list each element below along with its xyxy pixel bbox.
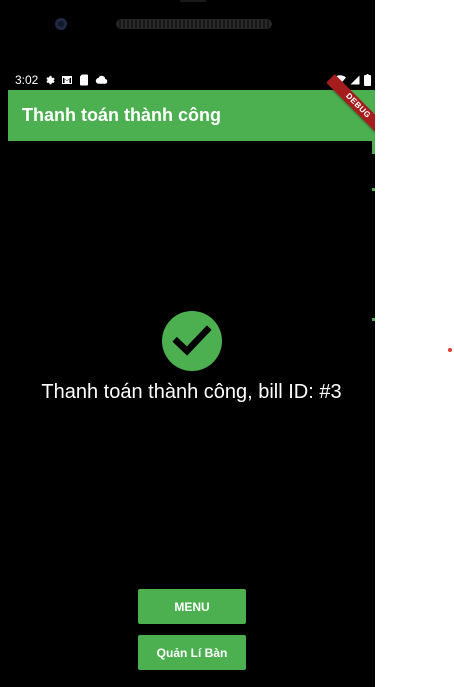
- appbar-edge-accent: [372, 140, 375, 154]
- front-camera: [55, 18, 67, 30]
- screen: 3:02 Thanh toán thành công DEBUG Thanh t…: [0, 0, 454, 687]
- status-time: 3:02: [15, 73, 39, 87]
- menu-button[interactable]: MENU: [138, 589, 246, 624]
- top-hint: [180, 0, 206, 2]
- edge-dot-bottom: [372, 318, 375, 321]
- page-title: Thanh toán thành công: [22, 105, 221, 125]
- cloud-icon: [95, 72, 108, 88]
- gear-icon: [44, 72, 55, 88]
- red-dot: [448, 348, 452, 352]
- edge-dot-top: [372, 188, 375, 191]
- sim-card-icon: [79, 72, 89, 88]
- battery-icon: [364, 72, 371, 88]
- app-bar: Thanh toán thành công DEBUG: [8, 74, 375, 141]
- check-circle-icon: [162, 311, 222, 371]
- success-message: Thanh toán thành công, bill ID: #3: [41, 381, 342, 403]
- phone-speaker: [116, 19, 272, 29]
- table-manager-button[interactable]: Quản Lí Bàn: [138, 635, 246, 670]
- phone-screen: 3:02 Thanh toán thành công DEBUG Thanh t…: [0, 0, 375, 687]
- gmail-icon: [61, 72, 73, 88]
- status-left: 3:02: [15, 72, 108, 88]
- signal-icon: [350, 72, 360, 88]
- status-bar: 3:02: [8, 72, 375, 88]
